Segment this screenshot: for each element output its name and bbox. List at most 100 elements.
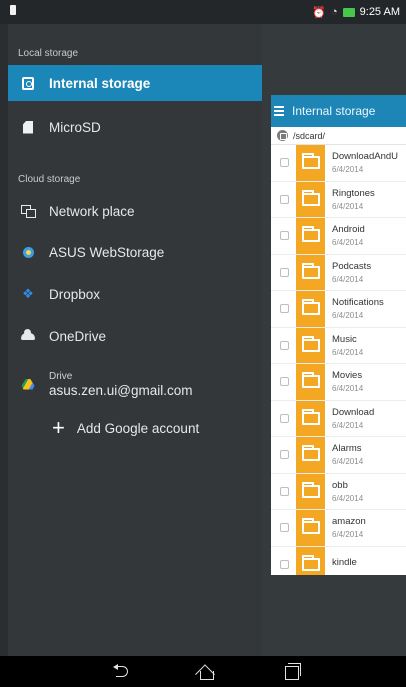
folder-date: 6/4/2014 [332, 420, 364, 430]
internal-storage-icon [22, 76, 34, 90]
select-checkbox[interactable] [280, 340, 289, 350]
folder-date: 6/4/2014 [332, 384, 364, 394]
nav-item-internal-storage[interactable]: Internal storage [8, 65, 262, 101]
folder-date: 6/4/2014 [332, 274, 364, 284]
folder-date: 6/4/2014 [332, 493, 364, 503]
folder-name: Notifications [332, 297, 384, 309]
select-checkbox[interactable] [280, 559, 289, 569]
nav-item-label: Dropbox [49, 286, 101, 302]
nav-item-label: MicroSD [49, 119, 101, 135]
file-manager-title: Internal storage [292, 104, 376, 118]
navigation-drawer: Local storage Internal storage MicroSD C… [8, 24, 262, 656]
dropbox-icon: ❖ [22, 286, 34, 301]
folder-row[interactable]: Download 6/4/2014 [271, 400, 406, 437]
folder-name: Podcasts [332, 260, 372, 272]
select-checkbox[interactable] [280, 523, 289, 533]
status-icons: ⏰ ◔ 9:25 AM [312, 4, 400, 20]
drive-account: asus.zen.ui@gmail.com [49, 382, 193, 398]
select-checkbox[interactable] [280, 450, 289, 460]
select-checkbox[interactable] [280, 158, 289, 168]
asus-webstorage-icon [22, 246, 34, 258]
network-icon [21, 205, 36, 218]
folder-row[interactable]: Movies 6/4/2014 [271, 364, 406, 401]
file-list: DownloadAndU 6/4/2014 Ringtones 6/4/2014 And… [271, 145, 406, 575]
google-drive-icon [21, 378, 35, 390]
nav-item-onedrive[interactable]: OneDrive [8, 318, 262, 354]
folder-row[interactable]: Notifications 6/4/2014 [271, 291, 406, 328]
folder-icon [302, 481, 320, 498]
folder-name: DownloadAndU [332, 151, 399, 163]
plus-icon: + [52, 415, 65, 440]
back-icon[interactable] [113, 663, 131, 679]
alarm-icon: ⏰ [312, 6, 326, 19]
folder-name: obb [332, 479, 348, 491]
folder-icon [302, 372, 320, 389]
local-storage-header: Local storage [18, 48, 79, 59]
file-list-panel: /sdcard/ DownloadAndU 6/4/2014 Ringtones 6/… [271, 127, 406, 575]
nav-item-label: Network place [49, 203, 135, 219]
sd-card-icon [23, 120, 33, 134]
nav-item-google-drive[interactable]: Drive asus.zen.ui@gmail.com [8, 362, 262, 406]
file-manager-app-bar: Internal storage [271, 95, 406, 127]
path-row[interactable]: /sdcard/ [271, 127, 406, 145]
home-icon[interactable] [197, 663, 215, 680]
select-checkbox[interactable] [280, 267, 289, 277]
select-checkbox[interactable] [280, 486, 289, 496]
nav-item-dropbox[interactable]: ❖ Dropbox [8, 276, 262, 312]
folder-date: 6/4/2014 [332, 530, 364, 540]
folder-row[interactable]: DownloadAndU 6/4/2014 [271, 145, 406, 182]
folder-name: Music [332, 333, 357, 345]
folder-date: 6/4/2014 [332, 347, 364, 357]
drive-title: Drive [49, 370, 73, 382]
add-account-label: Add Google account [76, 420, 200, 436]
folder-row[interactable]: Music 6/4/2014 [271, 327, 406, 364]
folder-date: 6/4/2014 [332, 165, 364, 175]
cloud-storage-header: Cloud storage [18, 174, 81, 185]
current-path: /sdcard/ [293, 130, 326, 141]
status-bar: ⏰ ◔ 9:25 AM [0, 0, 406, 24]
folder-row[interactable]: Alarms 6/4/2014 [271, 437, 406, 474]
recent-apps-icon[interactable] [285, 663, 301, 680]
select-checkbox[interactable] [280, 194, 289, 204]
system-nav-bar [0, 656, 406, 687]
folder-icon [302, 189, 320, 206]
folder-icon [302, 335, 320, 352]
storage-path-icon [277, 130, 288, 141]
folder-name: Ringtones [332, 187, 375, 199]
folder-date: 6/4/2014 [332, 201, 364, 211]
folder-name: Movies [332, 370, 363, 382]
battery-icon [342, 7, 355, 17]
select-checkbox[interactable] [280, 377, 289, 387]
wifi-icon: ◔ [330, 6, 338, 18]
folder-name: amazon [332, 516, 366, 528]
folder-date: 6/4/2014 [332, 311, 364, 321]
folder-row[interactable]: Android 6/4/2014 [271, 218, 406, 255]
folder-name: Android [332, 224, 365, 236]
folder-row[interactable]: Podcasts 6/4/2014 [271, 254, 406, 291]
select-checkbox[interactable] [280, 231, 289, 241]
folder-row[interactable]: kindle [271, 546, 406, 575]
folder-icon [302, 445, 320, 462]
nav-item-asus-webstorage[interactable]: ASUS WebStorage [8, 234, 262, 270]
folder-icon [302, 518, 320, 535]
folder-icon [302, 554, 320, 571]
folder-name: kindle [332, 557, 357, 569]
nav-item-microsd[interactable]: MicroSD [8, 109, 262, 145]
select-checkbox[interactable] [280, 413, 289, 423]
folder-row[interactable]: obb 6/4/2014 [271, 473, 406, 510]
folder-row[interactable]: Ringtones 6/4/2014 [271, 181, 406, 218]
folder-icon [302, 299, 320, 316]
status-time: 9:25 AM [359, 6, 400, 18]
folder-row[interactable]: amazon 6/4/2014 [271, 510, 406, 547]
folder-icon [302, 408, 320, 425]
folder-date: 6/4/2014 [332, 238, 364, 248]
add-google-account-button[interactable]: + Add Google account [8, 412, 262, 444]
nav-item-network-place[interactable]: Network place [8, 193, 262, 229]
menu-icon[interactable] [274, 106, 284, 116]
folder-icon [302, 262, 320, 279]
select-checkbox[interactable] [280, 304, 289, 314]
folder-date: 6/4/2014 [332, 457, 364, 467]
nav-item-label: OneDrive [49, 328, 107, 344]
folder-name: Alarms [332, 443, 362, 455]
nav-item-label: ASUS WebStorage [49, 244, 165, 260]
